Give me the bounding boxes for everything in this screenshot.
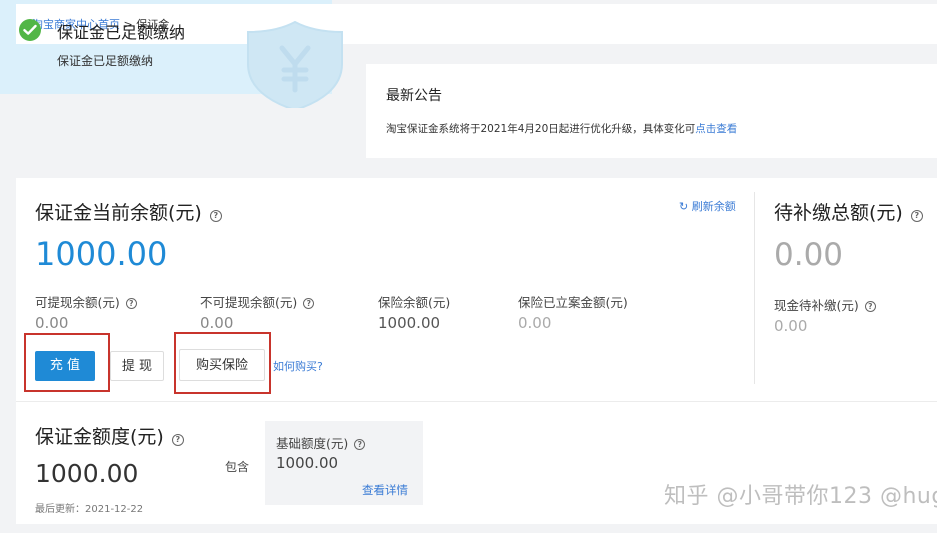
help-icon[interactable]: ? (910, 210, 923, 222)
non-withdrawable-value: 0.00 (200, 314, 234, 332)
announcement-link[interactable]: 点击查看 (695, 123, 737, 135)
withdrawable-label-text: 可提现余额(元) (35, 295, 120, 310)
balance-panel: 保证金当前余额(元)? ↻ 刷新余额 1000.00 可提现余额(元)? 0.0… (16, 178, 937, 524)
help-icon[interactable]: ? (171, 434, 184, 446)
watermark: 知乎 @小哥带你123 @hugaotao123 (664, 484, 937, 509)
quota-title-text: 保证金额度(元) (35, 426, 164, 448)
how-to-buy-link[interactable]: 如何购买? (273, 358, 323, 374)
help-icon[interactable]: ? (125, 298, 137, 309)
non-withdrawable-label-text: 不可提现余额(元) (200, 295, 298, 310)
pending-title-text: 待补缴总额(元) (774, 202, 903, 224)
cash-pending-label: 现金待补缴(元)? (774, 295, 876, 314)
withdrawable-label: 可提现余额(元)? (35, 292, 137, 311)
help-icon[interactable]: ? (354, 439, 366, 450)
balance-title: 保证金当前余额(元)? (35, 198, 222, 225)
help-icon[interactable]: ? (864, 301, 876, 312)
balance-amount: 1000.00 (35, 235, 168, 273)
non-withdrawable-label: 不可提现余额(元)? (200, 292, 315, 311)
insurance-filed-value: 0.00 (518, 314, 552, 332)
insurance-balance-label: 保险余额(元) (378, 295, 451, 310)
status-title: 保证金已足额缴纳 (57, 23, 186, 42)
withdraw-button[interactable]: 提 现 (110, 351, 164, 381)
highlight-box-insurance (174, 332, 271, 394)
column-divider (754, 192, 755, 384)
view-details-link[interactable]: 查看详情 (362, 482, 408, 498)
pending-amount: 0.00 (774, 237, 844, 273)
withdrawable-value: 0.00 (35, 314, 69, 332)
insurance-filed-label: 保险已立案金额(元) (518, 295, 628, 310)
cash-pending-value: 0.00 (774, 317, 808, 335)
base-quota-label: 基础额度(元)? (276, 433, 366, 452)
announcement-card: 最新公告 淘宝保证金系统将于2021年4月20日起进行优化升级，具体变化可点击查… (366, 64, 937, 158)
refresh-balance-link[interactable]: ↻ 刷新余额 (679, 198, 736, 214)
contains-label: 包含 (225, 460, 250, 474)
base-quota-value: 1000.00 (276, 454, 339, 472)
quota-title: 保证金额度(元)? (35, 422, 184, 449)
refresh-icon: ↻ (679, 200, 689, 213)
check-circle-icon (19, 19, 41, 41)
base-quota-box: 基础额度(元)? 1000.00 查看详情 (265, 421, 423, 505)
insurance-balance-value: 1000.00 (378, 314, 441, 332)
announcement-body: 淘宝保证金系统将于2021年4月20日起进行优化升级，具体变化可 (386, 123, 696, 135)
announcement-title: 最新公告 (386, 88, 442, 104)
status-subtitle: 保证金已足额缴纳 (57, 54, 154, 68)
highlight-box-recharge (24, 333, 110, 392)
help-icon[interactable]: ? (209, 210, 222, 222)
section-divider (16, 401, 937, 402)
balance-title-text: 保证金当前余额(元) (35, 202, 202, 224)
base-quota-label-text: 基础额度(元) (276, 436, 349, 451)
cash-pending-label-text: 现金待补缴(元) (774, 298, 859, 313)
announcement-text: 淘宝保证金系统将于2021年4月20日起进行优化升级，具体变化可点击查看 (386, 121, 737, 136)
pending-title: 待补缴总额(元)? (774, 198, 923, 225)
help-icon[interactable]: ? (303, 298, 315, 309)
shield-yen-icon (240, 18, 350, 112)
quota-amount: 1000.00 (35, 459, 139, 488)
refresh-label: 刷新余额 (691, 200, 736, 213)
quota-updated: 最后更新：2021-12-22 (35, 504, 144, 515)
